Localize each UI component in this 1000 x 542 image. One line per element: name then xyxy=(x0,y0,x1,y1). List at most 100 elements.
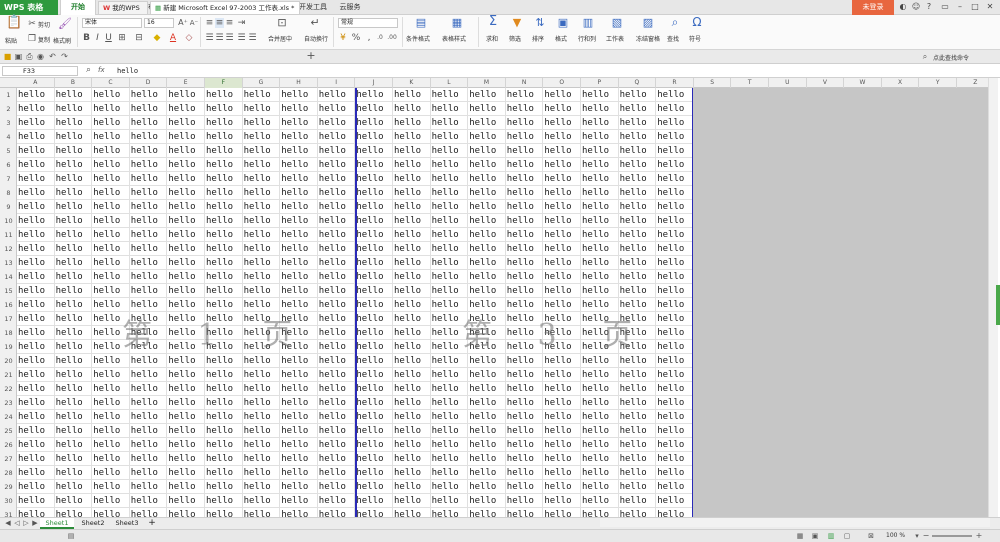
menu-tab-8[interactable]: 开发工具 xyxy=(295,0,331,15)
row-header-29[interactable]: 29 xyxy=(0,480,17,494)
cell-b28[interactable]: hello xyxy=(55,466,93,480)
cell-r18[interactable]: hello xyxy=(656,326,693,340)
cell-p26[interactable]: hello xyxy=(581,438,619,452)
cell-q28[interactable]: hello xyxy=(619,466,657,480)
cell-k9[interactable]: hello xyxy=(393,200,431,214)
row-header-12[interactable]: 12 xyxy=(0,242,17,256)
cell-p1[interactable]: hello xyxy=(581,88,619,102)
cell-p31[interactable]: hello xyxy=(581,508,619,517)
cell-f21[interactable]: hello xyxy=(205,368,243,382)
cell-h24[interactable]: hello xyxy=(280,410,318,424)
filter-icon[interactable]: ▼ xyxy=(511,17,523,28)
cell-e26[interactable]: hello xyxy=(167,438,205,452)
cell-i12[interactable]: hello xyxy=(318,242,356,256)
row-header-9[interactable]: 9 xyxy=(0,200,17,214)
cell-e23[interactable]: hello xyxy=(167,396,205,410)
cell-h5[interactable]: hello xyxy=(280,144,318,158)
cell-f22[interactable]: hello xyxy=(205,382,243,396)
cell-p12[interactable]: hello xyxy=(581,242,619,256)
align-bottom-icon[interactable]: ≡ xyxy=(225,18,234,28)
cell-o1[interactable]: hello xyxy=(543,88,581,102)
cell-l30[interactable]: hello xyxy=(431,494,469,508)
column-header-p[interactable]: P xyxy=(581,78,619,88)
cell-o22[interactable]: hello xyxy=(543,382,581,396)
cell-k2[interactable]: hello xyxy=(393,102,431,116)
increase-font-icon[interactable]: A⁺ xyxy=(178,18,188,28)
cell-a2[interactable]: hello xyxy=(17,102,55,116)
cell-d22[interactable]: hello xyxy=(130,382,168,396)
cell-m27[interactable]: hello xyxy=(468,452,506,466)
row-header-28[interactable]: 28 xyxy=(0,466,17,480)
column-header-v[interactable]: V xyxy=(807,78,845,88)
cell-o29[interactable]: hello xyxy=(543,480,581,494)
menu-tab-1[interactable]: 开始 xyxy=(60,0,96,15)
cell-g2[interactable]: hello xyxy=(243,102,281,116)
cell-b26[interactable]: hello xyxy=(55,438,93,452)
cell-e27[interactable]: hello xyxy=(167,452,205,466)
cell-r20[interactable]: hello xyxy=(656,354,693,368)
cell-f5[interactable]: hello xyxy=(205,144,243,158)
cell-q2[interactable]: hello xyxy=(619,102,657,116)
cell-k31[interactable]: hello xyxy=(393,508,431,517)
cell-c8[interactable]: hello xyxy=(92,186,130,200)
row-header-13[interactable]: 13 xyxy=(0,256,17,270)
cell-c28[interactable]: hello xyxy=(92,466,130,480)
cell-l12[interactable]: hello xyxy=(431,242,469,256)
row-header-11[interactable]: 11 xyxy=(0,228,17,242)
cell-a31[interactable]: hello xyxy=(17,508,55,517)
cell-m26[interactable]: hello xyxy=(468,438,506,452)
cell-c21[interactable]: hello xyxy=(92,368,130,382)
cell-l1[interactable]: hello xyxy=(431,88,469,102)
cell-r12[interactable]: hello xyxy=(656,242,693,256)
cell-l14[interactable]: hello xyxy=(431,270,469,284)
cell-b29[interactable]: hello xyxy=(55,480,93,494)
zoom-slider[interactable] xyxy=(932,535,972,537)
cell-k1[interactable]: hello xyxy=(393,88,431,102)
cell-d1[interactable]: hello xyxy=(130,88,168,102)
cell-q25[interactable]: hello xyxy=(619,424,657,438)
row-header-22[interactable]: 22 xyxy=(0,382,17,396)
row-header-16[interactable]: 16 xyxy=(0,298,17,312)
currency-icon[interactable]: ¥ xyxy=(338,33,348,43)
cell-g30[interactable]: hello xyxy=(243,494,281,508)
conditional-format-icon[interactable]: ▤ xyxy=(414,17,428,28)
cell-h23[interactable]: hello xyxy=(280,396,318,410)
cell-c24[interactable]: hello xyxy=(92,410,130,424)
open-folder-icon[interactable]: ■ xyxy=(3,52,12,62)
cell-d5[interactable]: hello xyxy=(130,144,168,158)
align-center-icon[interactable]: ☰ xyxy=(215,33,224,43)
column-header-e[interactable]: E xyxy=(167,78,205,88)
cell-a3[interactable]: hello xyxy=(17,116,55,130)
cell-c27[interactable]: hello xyxy=(92,452,130,466)
clear-format-icon[interactable]: ◇ xyxy=(184,33,194,43)
column-header-w[interactable]: W xyxy=(844,78,882,88)
cell-j11[interactable]: hello xyxy=(355,228,393,242)
cell-e7[interactable]: hello xyxy=(167,172,205,186)
font-name-select[interactable]: 宋体 xyxy=(82,18,142,28)
cell-d4[interactable]: hello xyxy=(130,130,168,144)
cell-q31[interactable]: hello xyxy=(619,508,657,517)
cell-p25[interactable]: hello xyxy=(581,424,619,438)
cell-q30[interactable]: hello xyxy=(619,494,657,508)
cell-f26[interactable]: hello xyxy=(205,438,243,452)
cell-g5[interactable]: hello xyxy=(243,144,281,158)
cell-n25[interactable]: hello xyxy=(506,424,544,438)
cell-a7[interactable]: hello xyxy=(17,172,55,186)
cell-j8[interactable]: hello xyxy=(355,186,393,200)
column-header-u[interactable]: U xyxy=(769,78,807,88)
redo-icon[interactable]: ↷ xyxy=(60,52,69,62)
cell-q13[interactable]: hello xyxy=(619,256,657,270)
cell-a15[interactable]: hello xyxy=(17,284,55,298)
cell-a24[interactable]: hello xyxy=(17,410,55,424)
cell-n30[interactable]: hello xyxy=(506,494,544,508)
cell-h8[interactable]: hello xyxy=(280,186,318,200)
cell-j28[interactable]: hello xyxy=(355,466,393,480)
cell-k5[interactable]: hello xyxy=(393,144,431,158)
cell-c7[interactable]: hello xyxy=(92,172,130,186)
cell-n29[interactable]: hello xyxy=(506,480,544,494)
restore-icon[interactable]: ▭ xyxy=(940,2,950,12)
cell-q26[interactable]: hello xyxy=(619,438,657,452)
cell-q11[interactable]: hello xyxy=(619,228,657,242)
skin-icon[interactable]: ◐ xyxy=(898,2,908,12)
fullscreen-icon[interactable]: ⊠ xyxy=(866,531,876,541)
